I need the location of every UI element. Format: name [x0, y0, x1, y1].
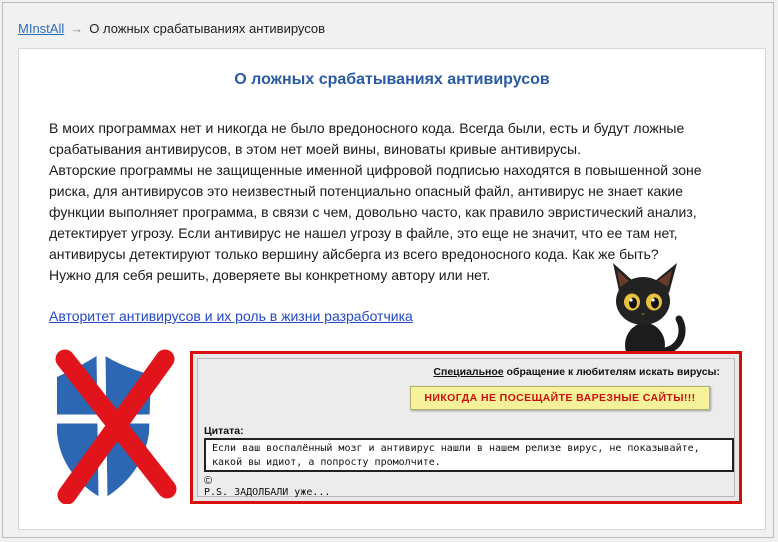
- postscript: P.S. ЗАДОЛБАЛИ уже...: [204, 487, 331, 498]
- citation-label: Цитата:: [204, 425, 244, 437]
- appeal-heading: Специальное обращение к любителям искать…: [433, 366, 720, 378]
- paragraph-1: В моих программах нет и никогда не было …: [49, 120, 685, 157]
- content-panel: О ложных срабатываниях антивирусов В мои…: [18, 48, 766, 530]
- antivirus-authority-link[interactable]: Авторитет антивирусов и их роль в жизни …: [49, 308, 413, 324]
- appeal-underlined: Специальное: [433, 366, 504, 378]
- page-title: О ложных срабатываниях антивирусов: [234, 71, 550, 88]
- warning-banner-inner: Специальное обращение к любителям искать…: [197, 358, 735, 498]
- breadcrumb-home-link[interactable]: MInstAll: [18, 21, 64, 36]
- citation-text: Если ваш воспалённый мозг и антивирус на…: [204, 438, 734, 472]
- warning-banner: Специальное обращение к любителям искать…: [190, 351, 742, 504]
- page-frame: MInstAll → О ложных срабатываниях антивиру…: [2, 2, 774, 538]
- breadcrumb-arrow: →: [70, 21, 84, 36]
- breadcrumb: MInstAll → О ложных срабатываниях антивиру…: [18, 21, 325, 36]
- copyright-sign: ©: [204, 475, 213, 487]
- shield-crossed-icon: [55, 349, 177, 504]
- no-warez-warning: НИКОГДА НЕ ПОСЕЩАЙТЕ ВАРЕЗНЫЕ САЙТЫ!!!: [410, 386, 710, 410]
- breadcrumb-current: О ложных срабатываниях антивирусов: [89, 21, 326, 36]
- appeal-rest: обращение к любителям искать вирусы:: [503, 366, 720, 378]
- paragraph-2: Авторские программы не защищенные именно…: [49, 162, 702, 262]
